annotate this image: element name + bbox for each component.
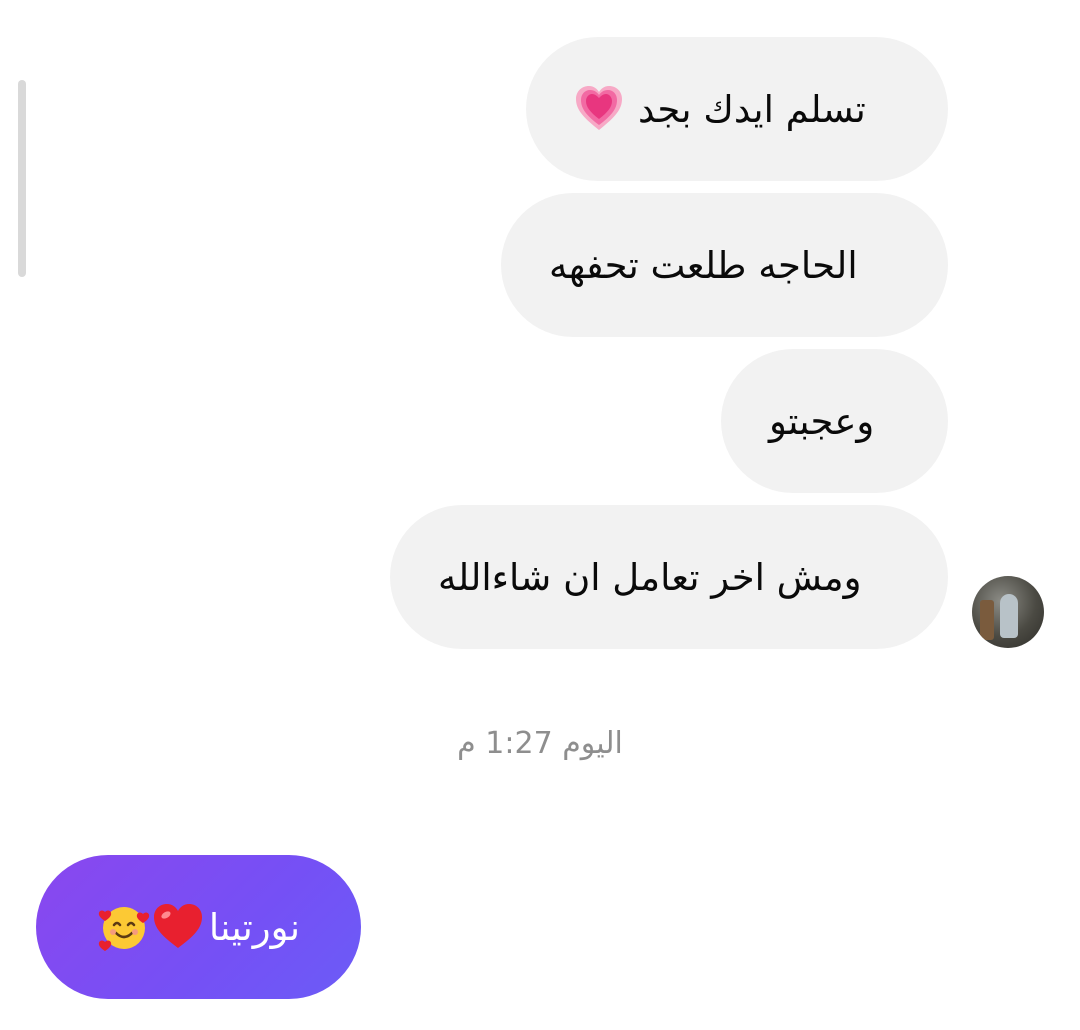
smiling-face-with-hearts-icon bbox=[98, 907, 150, 951]
message-text: ومش اخر تعامل ان شاءالله bbox=[438, 555, 862, 599]
received-message-bubble[interactable]: تسلم ايدك بجد bbox=[526, 37, 948, 181]
growing-heart-icon bbox=[576, 86, 622, 130]
message-text: تسلم ايدك بجد bbox=[638, 87, 866, 131]
received-message-bubble[interactable]: ومش اخر تعامل ان شاءالله bbox=[390, 505, 948, 649]
message-text: نورتينا bbox=[208, 905, 301, 949]
sender-avatar[interactable] bbox=[972, 576, 1044, 648]
red-heart-icon bbox=[153, 904, 202, 948]
message-text: وعجبتو bbox=[769, 399, 875, 443]
message-text: الحاجه طلعت تحفهه bbox=[549, 243, 858, 287]
message-timestamp: اليوم 1:27 م bbox=[457, 726, 623, 761]
received-message-bubble[interactable]: وعجبتو bbox=[721, 349, 948, 493]
sent-message-bubble[interactable]: نورتينا bbox=[36, 855, 361, 999]
scrollbar[interactable] bbox=[18, 80, 26, 277]
received-message-bubble[interactable]: الحاجه طلعت تحفهه bbox=[501, 193, 948, 337]
